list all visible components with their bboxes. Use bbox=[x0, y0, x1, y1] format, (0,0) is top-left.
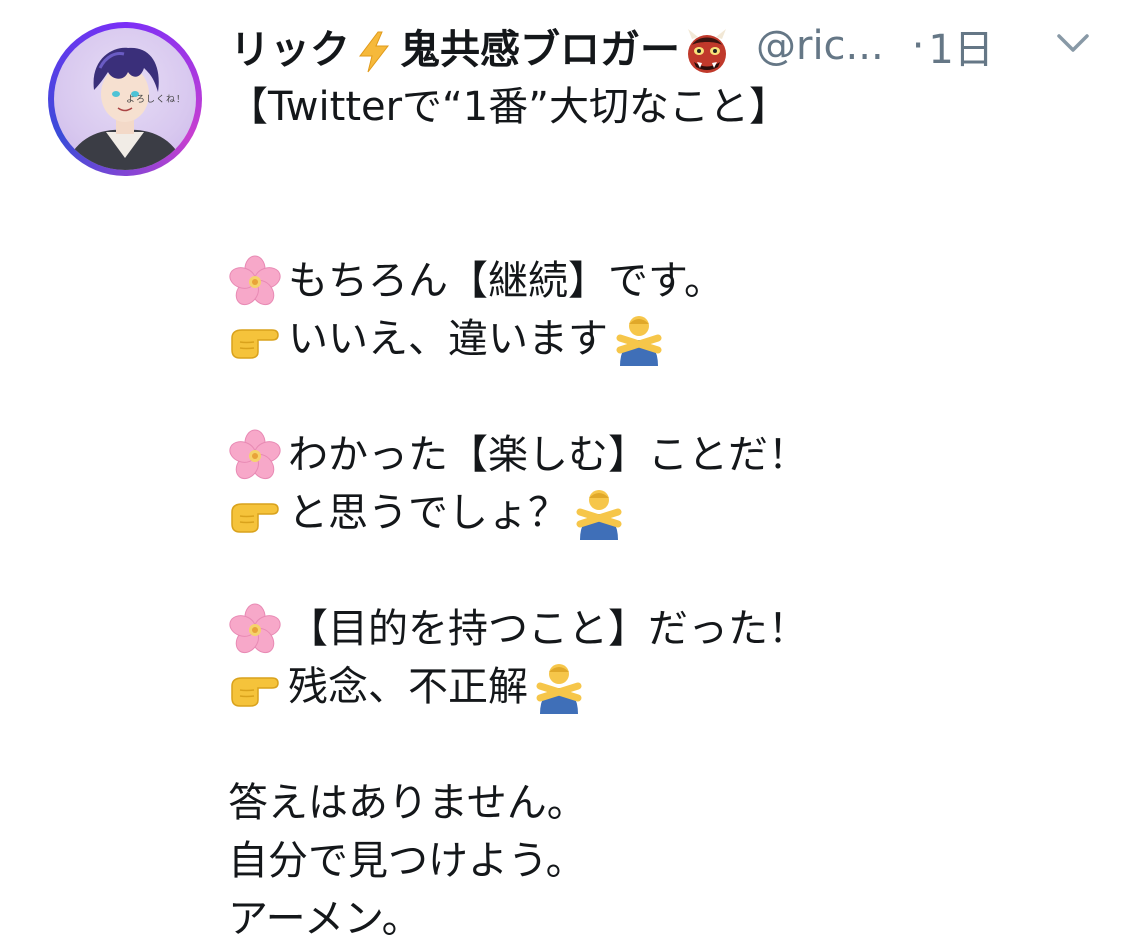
pointing-hand-icon bbox=[231, 329, 279, 359]
tweet-card[interactable]: よろしくね！ リック 鬼共感ブロガー @ric... · 1日 【Twitter… bbox=[0, 0, 1125, 942]
pointing-hand-icon bbox=[231, 503, 279, 533]
cherry-blossom-icon bbox=[229, 429, 281, 480]
tweet-line-text: 残念、不正解 bbox=[288, 664, 528, 710]
tweet-header: リック 鬼共感ブロガー @ric... · 1日 bbox=[230, 18, 1090, 74]
tweet-line: 自分で見つけよう。 bbox=[228, 832, 1108, 890]
tweet-line-text: 【Twitterで“1番”大切なこと】 bbox=[228, 84, 789, 130]
tweet-line: 答えはありません。 bbox=[228, 774, 1108, 832]
avatar[interactable]: よろしくね！ bbox=[48, 22, 202, 176]
tweet-line-text: いいえ、違います bbox=[288, 316, 608, 362]
tweet-line-text: 自分で見つけよう。 bbox=[228, 838, 586, 884]
tweet-line-text: と思うでしょ？ bbox=[288, 490, 568, 536]
tweet-line-text: 答えはありません。 bbox=[228, 780, 587, 826]
tweet-line: アーメン。 bbox=[228, 890, 1108, 948]
cherry-blossom-icon bbox=[229, 603, 281, 654]
user-handle[interactable]: @ric... bbox=[756, 23, 884, 69]
tweet-line: 【目的を持つこと】だった！ bbox=[228, 600, 1108, 658]
tweet-line-text: 【目的を持つこと】だった！ bbox=[288, 606, 808, 652]
tweet-line: 残念、不正解 bbox=[228, 658, 1108, 716]
pointing-hand-icon bbox=[231, 677, 279, 707]
cherry-blossom-icon bbox=[229, 255, 281, 306]
tweet-line: わかった【楽しむ】ことだ！ bbox=[228, 426, 1108, 484]
tweet-line-text: わかった【楽しむ】ことだ！ bbox=[288, 432, 808, 478]
chevron-down-icon[interactable] bbox=[1056, 32, 1090, 54]
tweet-line: もちろん【継続】です。 bbox=[228, 252, 1108, 310]
separator-dot: · bbox=[911, 23, 925, 69]
avatar-caption: よろしくね！ bbox=[125, 95, 186, 105]
tweet-text: 【Twitterで“1番”大切なこと】 もちろん【継続】です。 いいえ、違います… bbox=[228, 78, 1108, 948]
tweet-line: いいえ、違います bbox=[228, 310, 1108, 368]
no-gesture-icon bbox=[616, 316, 662, 366]
lightning-icon bbox=[359, 31, 390, 73]
display-name-suffix: 鬼共感ブロガー bbox=[400, 27, 680, 73]
tweet-timestamp[interactable]: 1日 bbox=[928, 17, 993, 75]
tweet-line-text: もちろん【継続】です。 bbox=[288, 258, 724, 304]
avatar-image: よろしくね！ bbox=[54, 28, 196, 170]
oni-mask-icon bbox=[688, 29, 726, 73]
no-gesture-icon bbox=[576, 490, 622, 540]
tweet-line: 【Twitterで“1番”大切なこと】 bbox=[228, 78, 1108, 136]
tweet-line-text: アーメン。 bbox=[228, 896, 422, 942]
no-gesture-icon bbox=[536, 664, 582, 714]
display-name-text: リック bbox=[230, 27, 350, 73]
display-name[interactable]: リック 鬼共感ブロガー bbox=[230, 17, 730, 75]
tweet-line: と思うでしょ？ bbox=[228, 484, 1108, 542]
